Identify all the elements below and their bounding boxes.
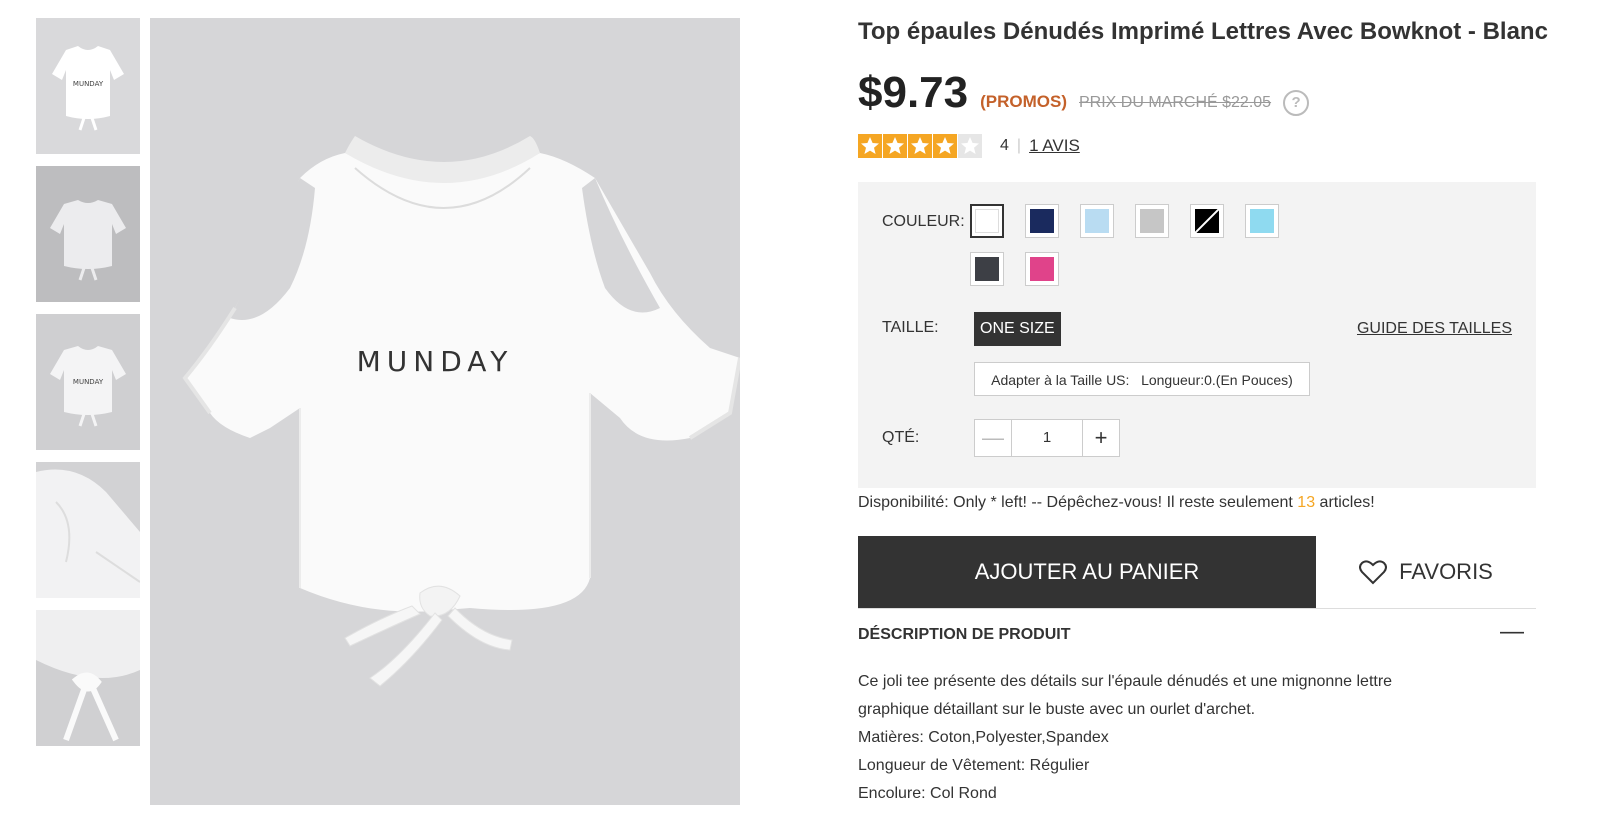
star-icon: [908, 134, 932, 158]
rating-separator: |: [1016, 137, 1022, 154]
help-icon[interactable]: ?: [1283, 90, 1310, 116]
options-panel: COULEUR: TAILLE: ONE SIZE GUIDE DES TAIL…: [858, 182, 1536, 488]
rating-value: 4: [1000, 137, 1009, 154]
fit-info: Adapter à la Taille US: Longueur:0.(En P…: [974, 362, 1310, 396]
availability-prefix: Disponibilité: Only * left! -- Dépêchez-…: [858, 494, 1298, 511]
product-title: Top épaules Dénudés Imprimé Lettres Avec…: [858, 18, 1548, 45]
size-label: TAILLE:: [882, 319, 939, 336]
color-swatch-white[interactable]: [970, 204, 1004, 238]
description-line: Encolure: Col Rond: [858, 785, 997, 802]
thumbnail-back[interactable]: [36, 166, 140, 302]
qty-decrease-button[interactable]: —: [975, 420, 1011, 456]
thumbnail-gallery: MUNDAY MUNDAY: [36, 18, 140, 758]
price: $9.73: [858, 68, 969, 117]
color-swatch-pink[interactable]: [1025, 252, 1059, 286]
thumbnail-bow[interactable]: [36, 610, 140, 746]
color-swatch-light-gray[interactable]: [1135, 204, 1169, 238]
qty-label: QTÉ:: [882, 429, 920, 446]
description-line: Matières: Coton,Polyester,Spandex: [858, 729, 1109, 746]
color-swatch-sky-blue[interactable]: [1245, 204, 1279, 238]
rating-stars: [858, 134, 982, 158]
thumb-shirt-print: MUNDAY: [73, 378, 104, 386]
star-icon: [933, 134, 957, 158]
size-option-one-size[interactable]: ONE SIZE: [974, 312, 1061, 346]
color-swatch-light-blue[interactable]: [1080, 204, 1114, 238]
star-icon: [883, 134, 907, 158]
availability: Disponibilité: Only * left! -- Dépêchez-…: [858, 494, 1375, 512]
color-swatch-dark-gray[interactable]: [970, 252, 1004, 286]
stock-count: 13: [1297, 494, 1316, 511]
thumbnail-front[interactable]: MUNDAY: [36, 18, 140, 154]
favorites-button[interactable]: FAVORIS: [1316, 536, 1536, 608]
main-product-image: MUNDAY: [150, 18, 740, 805]
description-line: Ce joli tee présente des détails sur l'é…: [858, 673, 1393, 690]
heart-icon: [1359, 560, 1388, 585]
thumbnail-shoulder[interactable]: [36, 462, 140, 598]
qty-increase-button[interactable]: +: [1083, 420, 1119, 456]
description-body: Ce joli tee présente des détails sur l'é…: [858, 668, 1458, 808]
availability-suffix: articles!: [1315, 494, 1375, 511]
description-line: graphique détaillant sur le buste avec u…: [858, 701, 1256, 718]
promos-label: (PROMOS): [980, 92, 1067, 111]
divider: [858, 608, 1536, 609]
color-label: COULEUR:: [882, 213, 965, 230]
reviews-link[interactable]: 1 AVIS: [1029, 136, 1080, 156]
quantity-stepper: — 1 +: [974, 419, 1120, 457]
market-price: PRIX DU MARCHÉ $22.05: [1079, 94, 1272, 111]
rating-row: 4 | 1 AVIS: [858, 134, 1080, 158]
favorites-label: FAVORIS: [1399, 559, 1493, 584]
collapse-icon[interactable]: —: [1500, 618, 1524, 646]
price-row: $9.73 (PROMOS) PRIX DU MARCHÉ $22.05 ?: [858, 68, 1310, 118]
shirt-print: MUNDAY: [357, 345, 514, 378]
thumbnail-front-2[interactable]: MUNDAY: [36, 314, 140, 450]
color-swatch-black-white[interactable]: [1190, 204, 1224, 238]
star-empty-icon: [958, 134, 982, 158]
add-to-cart-button[interactable]: AJOUTER AU PANIER: [858, 536, 1316, 608]
qty-input[interactable]: 1: [1011, 420, 1083, 456]
star-icon: [858, 134, 882, 158]
size-guide-link[interactable]: GUIDE DES TAILLES: [1357, 320, 1512, 338]
description-line: Longueur de Vêtement: Régulier: [858, 757, 1090, 774]
thumb-shirt-print: MUNDAY: [73, 80, 104, 88]
description-heading[interactable]: DÉSCRIPTION DE PRODUIT: [858, 626, 1070, 644]
color-swatch-navy[interactable]: [1025, 204, 1059, 238]
